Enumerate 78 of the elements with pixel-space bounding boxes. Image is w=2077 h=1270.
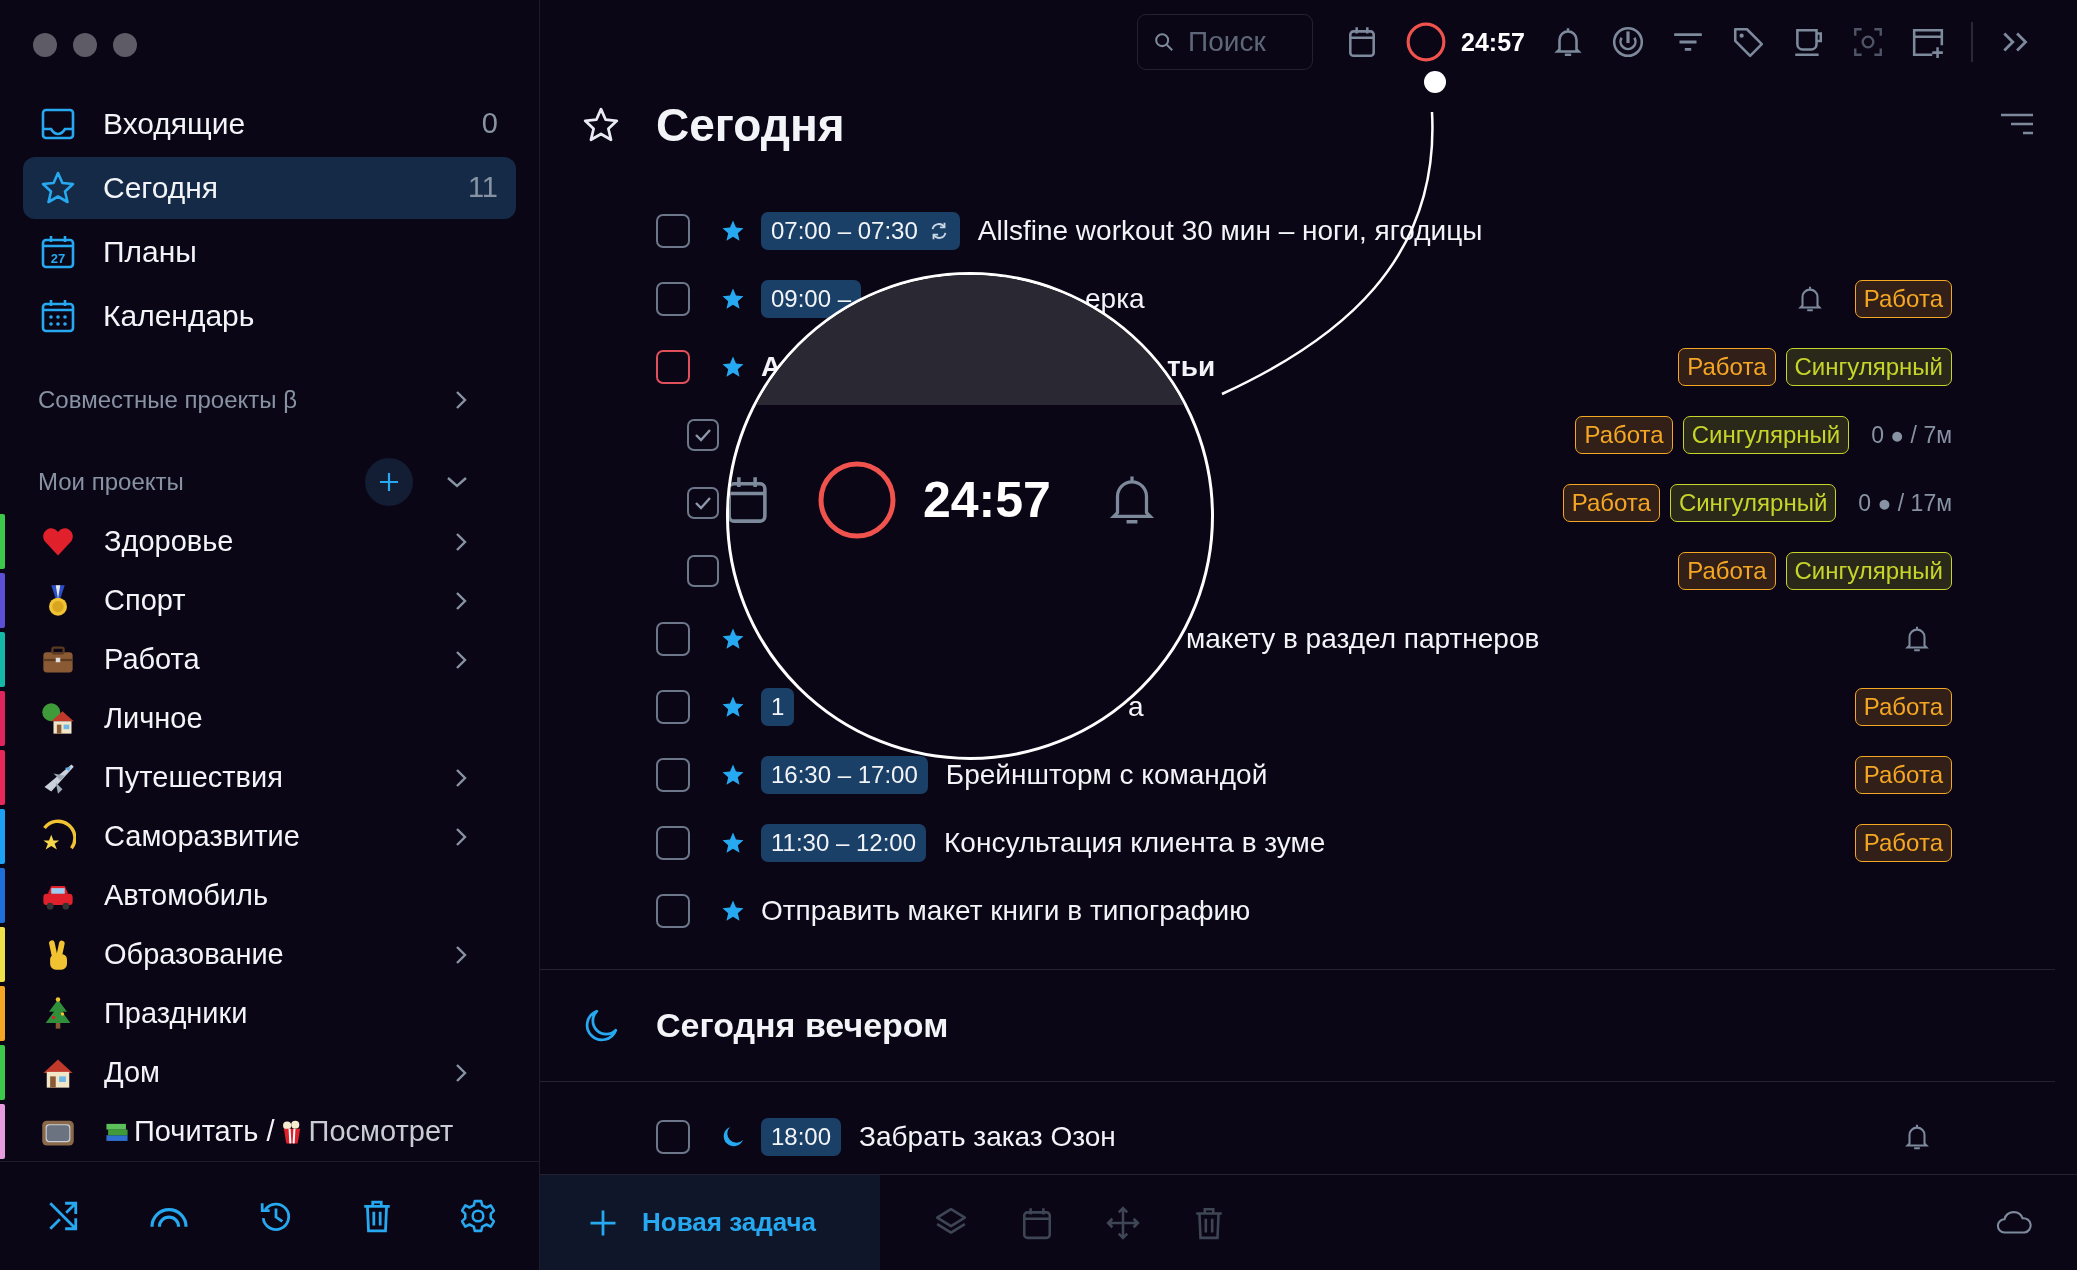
tag[interactable]: Сингулярный	[1669, 484, 1837, 522]
time-badge[interactable]: 16:30 – 17:00	[761, 756, 928, 794]
project-item[interactable]: Саморазвитие	[0, 807, 539, 867]
search-icon	[1153, 31, 1176, 53]
task-title: а	[1128, 691, 1144, 723]
tag[interactable]: Работа	[1678, 348, 1776, 386]
checkbox[interactable]	[656, 214, 690, 248]
window-control[interactable]	[73, 32, 97, 57]
tag[interactable]: Сингулярный	[1785, 348, 1952, 386]
new-task-button[interactable]: Новая задача	[540, 1175, 880, 1270]
task-title: макету в раздел партнеров	[1186, 623, 1540, 655]
checkbox[interactable]	[656, 690, 690, 724]
tag[interactable]: Работа	[1854, 280, 1952, 318]
time-badge[interactable]: 11:30 – 12:00	[761, 824, 927, 862]
project-item[interactable]: Здоровье	[0, 512, 539, 572]
house-icon	[40, 700, 76, 737]
project-item[interactable]: Дом	[0, 1043, 539, 1103]
section-header[interactable]: Совместные проекты β	[0, 374, 539, 425]
task-title: Забрать заказ Озон	[859, 1121, 1116, 1153]
time-badge[interactable]: 18:00	[761, 1118, 842, 1156]
project-item[interactable]: Почитать / Посмотрет	[0, 1102, 539, 1162]
tag[interactable]: Работа	[1854, 756, 1952, 794]
pointer-dot	[1424, 71, 1446, 93]
checkbox[interactable]	[656, 350, 690, 384]
timer-text: 24:57	[1461, 27, 1525, 57]
tag[interactable]: Сингулярный	[1682, 416, 1850, 454]
checkbox[interactable]	[687, 419, 719, 451]
timer-circle-icon	[817, 460, 897, 540]
star-icon	[582, 106, 620, 144]
project-item[interactable]: Путешествия	[0, 748, 539, 808]
timer-text: 24:57	[923, 471, 1051, 529]
window-control[interactable]	[33, 32, 57, 57]
time-badge[interactable]: 09:00 –	[761, 280, 862, 318]
nav-item[interactable]: Входящие 0	[23, 92, 516, 155]
window-control[interactable]	[113, 32, 137, 57]
checkbox[interactable]	[687, 487, 719, 519]
project-item[interactable]: Праздники	[0, 984, 539, 1044]
nav-item[interactable]: Календарь	[23, 284, 516, 347]
task-title: Консультация клиента в зуме	[944, 827, 1326, 859]
calendar-icon	[40, 297, 76, 334]
section-title: Сегодня вечером	[656, 1006, 950, 1045]
checkbox[interactable]	[656, 826, 690, 860]
tag[interactable]: Работа	[1678, 552, 1776, 590]
star-icon	[40, 169, 76, 206]
section-title: Сегодня	[656, 98, 846, 152]
tag[interactable]: Работа	[1562, 484, 1660, 522]
project-item[interactable]: Автомобиль	[0, 866, 539, 926]
tag-icon[interactable]	[1731, 25, 1765, 59]
focus-icon[interactable]	[1851, 25, 1885, 59]
tag[interactable]: Работа	[1854, 688, 1952, 726]
cloud-icon[interactable]	[1995, 1208, 2033, 1237]
checkbox[interactable]	[656, 758, 690, 792]
tag[interactable]: Сингулярный	[1785, 552, 1952, 590]
section-title: Мои проекты	[38, 467, 185, 496]
add-project-button[interactable]	[365, 457, 413, 506]
task-progress: 0 ● / 17м	[1858, 489, 1952, 517]
settings-icon[interactable]	[461, 1199, 495, 1234]
tag[interactable]: Работа	[1575, 416, 1673, 454]
task-title: тьи	[1167, 351, 1216, 383]
checkbox[interactable]	[656, 894, 690, 928]
checkbox[interactable]	[656, 622, 690, 656]
task-title: Брейншторм с командой	[945, 759, 1268, 791]
project-item[interactable]: Спорт	[0, 571, 539, 631]
project-item[interactable]: Образование	[0, 925, 539, 985]
checkbox[interactable]	[656, 1120, 690, 1154]
task-title: Отправить макет книги в типографию	[761, 895, 1251, 927]
time-badge[interactable]: 1	[761, 688, 795, 726]
project-item[interactable]: Работа	[0, 630, 539, 690]
checkbox[interactable]	[687, 555, 719, 587]
checkbox[interactable]	[656, 282, 690, 316]
time-badge[interactable]: 07:00 – 07:30	[761, 212, 960, 250]
task-progress: 0 ● / 7м	[1871, 421, 1952, 449]
nav-item[interactable]: Сегодня 11	[23, 156, 516, 219]
nav-item[interactable]: 27 Планы	[23, 220, 516, 283]
search-field[interactable]: Поиск	[1137, 14, 1314, 70]
tag[interactable]: Работа	[1854, 824, 1952, 862]
project-item[interactable]: Личное	[0, 689, 539, 749]
timer-circle-icon[interactable]	[1405, 21, 1448, 63]
